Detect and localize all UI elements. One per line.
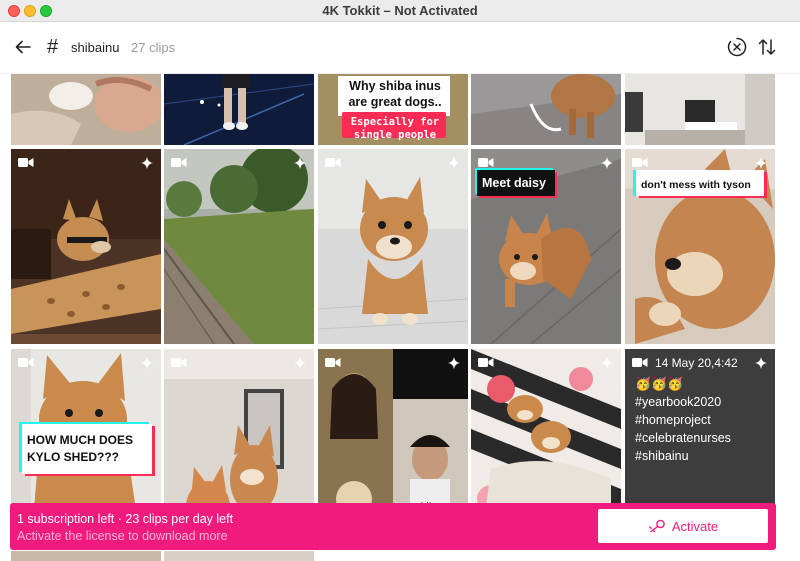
clip-preview-image [471,74,621,145]
video-camera-icon [171,158,187,167]
window-title: 4K Tokkit – Not Activated [322,3,478,18]
sort-arrows-icon [758,39,776,55]
clip-caption: HOW MUCH DOES KYLO SHED??? [27,433,133,464]
sparkle-icon [601,157,613,169]
video-camera-icon [18,358,34,367]
subscription-status: 1 subscription left · 23 clips per day l… [17,512,234,526]
stop-loading-button[interactable] [726,36,748,58]
clip-thumbnail[interactable] [318,149,468,344]
clip-grid: Why shiba inus are great dogs.. Especial… [0,74,800,561]
clip-preview-image [11,74,161,145]
close-circle-icon [727,37,747,57]
video-camera-icon [18,158,34,167]
activate-button[interactable]: Activate [598,509,768,543]
post-hashtag: #celebratenurses [635,431,731,445]
clip-thumbnail[interactable] [164,149,314,344]
clip-thumbnail[interactable] [164,551,314,561]
sparkle-icon [755,157,767,169]
post-hashtag: #shibainu [635,449,689,463]
arrow-left-icon [15,40,31,54]
clip-thumbnail[interactable] [11,74,161,145]
activation-hint: Activate the license to download more [17,529,228,543]
maximize-window-button[interactable] [40,5,52,17]
activation-banner: 1 subscription left · 23 clips per day l… [10,503,776,550]
minimize-window-button[interactable] [24,5,36,17]
clip-count: 27 clips [131,40,176,55]
hashtag-icon: # [47,36,59,58]
sparkle-icon [448,157,460,169]
clip-caption-sub: Especially for single people [350,116,440,141]
video-camera-icon [325,358,341,367]
video-camera-icon [478,358,494,367]
back-button[interactable] [12,36,34,58]
video-camera-icon [632,358,648,367]
sparkle-icon [448,357,460,369]
scrollbar-track[interactable] [777,74,800,561]
sparkle-icon [294,157,306,169]
key-icon [648,519,665,533]
clip-thumbnail[interactable] [11,149,161,344]
clip-preview-image [318,149,468,344]
clip-thumbnail[interactable]: Meet daisy [471,149,621,344]
clip-thumbnail[interactable] [625,74,775,145]
title-bar: 4K Tokkit – Not Activated [0,0,800,22]
sparkle-icon [601,357,613,369]
clip-preview-image [625,74,775,145]
clip-caption: Meet daisy [482,176,546,190]
sparkle-icon [141,157,153,169]
clip-thumbnail[interactable]: Why shiba inus are great dogs.. Especial… [318,74,468,145]
sparkle-icon [141,357,153,369]
clip-thumbnail[interactable]: don't mess with tyson [625,149,775,344]
activate-button-label: Activate [671,518,719,534]
video-camera-icon [632,158,648,167]
clip-preview-image [164,149,314,344]
clip-caption: Why shiba inus are great dogs.. [348,79,442,109]
video-camera-icon [171,358,187,367]
video-camera-icon [478,158,494,167]
video-camera-icon [325,158,341,167]
app-window: 4K Tokkit – Not Activated # shibainu 27 … [0,0,800,561]
hashtag-name: shibainu [71,40,120,55]
post-emoji: 🥳🥳🥳 [635,376,684,391]
post-hashtag: #homeproject [635,413,711,427]
sparkle-icon [755,357,767,369]
clip-preview-image [164,74,314,145]
clip-thumbnail[interactable] [164,74,314,145]
clip-preview-image [11,149,161,344]
post-date: 14 May 20,4:42 [655,356,738,370]
clip-caption: don't mess with tyson [641,179,751,191]
close-window-button[interactable] [8,5,20,17]
sparkle-icon [294,357,306,369]
clip-thumbnail[interactable] [11,551,161,561]
post-hashtag: #yearbook2020 [635,395,722,409]
sort-button[interactable] [756,36,778,58]
toolbar: # shibainu 27 clips [0,22,800,74]
clip-thumbnail[interactable] [471,74,621,145]
